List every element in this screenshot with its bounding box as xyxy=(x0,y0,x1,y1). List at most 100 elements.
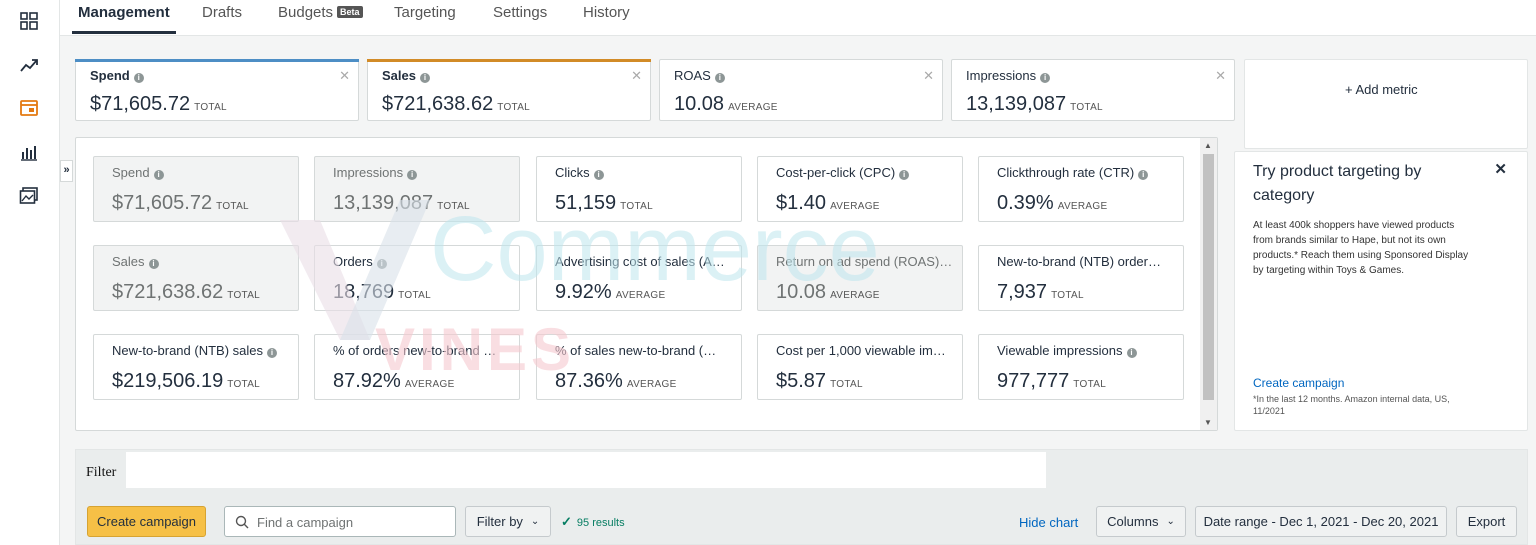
metric-tile-spend[interactable]: Spend i ✕ $71,605.72 TOTAL xyxy=(75,59,359,121)
columns-dropdown[interactable]: Columns ⌄ xyxy=(1096,506,1186,537)
media-icon[interactable] xyxy=(18,185,40,207)
metric-card[interactable]: Spend i $71,605.72 TOTAL xyxy=(93,156,299,222)
trend-icon[interactable] xyxy=(18,54,40,76)
metric-card[interactable]: Advertising cost of sales (A… 9.92% AVERAG… xyxy=(536,245,742,311)
info-icon[interactable]: i xyxy=(267,348,277,358)
active-tab-indicator xyxy=(72,31,176,34)
metric-value-text: $721,638.62 xyxy=(112,281,224,303)
info-icon[interactable]: i xyxy=(1040,73,1051,83)
info-icon[interactable]: i xyxy=(133,73,144,83)
metric-agg-label: TOTAL xyxy=(227,290,261,301)
metric-card-label-text: Orders xyxy=(333,254,373,269)
info-icon[interactable]: i xyxy=(419,73,430,83)
add-metric-label: + Add metric xyxy=(1345,82,1418,97)
filter-by-dropdown[interactable]: Filter by ⌄ xyxy=(465,506,551,537)
metric-card[interactable]: New-to-brand (NTB) order… 7,937 TOTAL xyxy=(978,245,1184,311)
close-icon[interactable]: ✕ xyxy=(1215,68,1226,84)
metric-tile-label: Impressions i xyxy=(966,68,1051,83)
metric-card[interactable]: Return on ad spend (ROAS)… 10.08 AVERAGE xyxy=(757,245,963,311)
scrollbar-thumb[interactable] xyxy=(1203,154,1214,400)
metric-card[interactable]: Viewable impressions i 977,777 TOTAL xyxy=(978,334,1184,400)
metric-card-label-text: Cost per 1,000 viewable im… xyxy=(776,343,946,358)
metric-tile-value: 13,139,087 TOTAL xyxy=(966,93,1103,116)
metric-color-bar xyxy=(75,59,359,62)
metric-card[interactable]: Clicks i 51,159 TOTAL xyxy=(536,156,742,222)
metric-picker-panel: Spend i $71,605.72 TOTAL Impressions i 13,139,… xyxy=(75,137,1218,431)
info-icon[interactable]: i xyxy=(1126,348,1137,358)
metric-card[interactable]: % of orders new-to-brand … 87.92% AVERAGE xyxy=(314,334,520,400)
metric-card[interactable]: Sales i $721,638.62 TOTAL xyxy=(93,245,299,311)
metric-card[interactable]: Orders i 18,769 TOTAL xyxy=(314,245,520,311)
metric-value-text: 51,159 xyxy=(555,192,617,214)
tab-targeting[interactable]: Targeting xyxy=(394,4,456,21)
add-metric-button[interactable]: + Add metric xyxy=(1244,59,1528,149)
metric-value-text: 87.92% xyxy=(333,370,401,392)
filter-input[interactable] xyxy=(126,452,1046,488)
panel-scrollbar[interactable]: ▲ ▼ xyxy=(1200,138,1217,430)
metric-value-text: $5.87 xyxy=(776,370,827,392)
close-icon[interactable]: ✕ xyxy=(339,68,350,84)
create-campaign-button[interactable]: Create campaign xyxy=(87,506,206,537)
metric-card[interactable]: % of sales new-to-brand (… 87.36% AVERAGE xyxy=(536,334,742,400)
hide-chart-link[interactable]: Hide chart xyxy=(1019,515,1078,530)
metric-card-label: Clickthrough rate (CTR) i xyxy=(997,165,1149,180)
info-icon[interactable]: i xyxy=(148,259,159,269)
scroll-down-icon[interactable]: ▼ xyxy=(1204,418,1212,427)
search-input[interactable] xyxy=(257,513,447,531)
metric-card-value: $5.87 TOTAL xyxy=(776,370,863,393)
metric-card-value: $721,638.62 TOTAL xyxy=(112,281,260,304)
tab-history[interactable]: History xyxy=(583,4,630,21)
tab-drafts[interactable]: Drafts xyxy=(202,4,242,21)
metric-card-label-text: Impressions xyxy=(333,165,404,180)
info-icon[interactable]: i xyxy=(593,170,604,180)
close-icon[interactable]: ✕ xyxy=(631,68,642,84)
metric-value-text: 13,139,087 xyxy=(966,93,1067,115)
metric-agg-label: AVERAGE xyxy=(1057,201,1108,212)
metric-tile-sales[interactable]: Sales i ✕ $721,638.62 TOTAL xyxy=(367,59,651,121)
metric-tile-label-text: Spend xyxy=(90,68,130,83)
metric-agg-label: AVERAGE xyxy=(830,201,880,212)
metric-card[interactable]: New-to-brand (NTB) sales i $219,506.19 TOTA… xyxy=(93,334,299,400)
metric-card[interactable]: Impressions i 13,139,087 TOTAL xyxy=(314,156,520,222)
dashboard-icon[interactable] xyxy=(18,10,40,32)
scroll-up-icon[interactable]: ▲ xyxy=(1204,141,1212,150)
reports-icon[interactable] xyxy=(18,141,40,163)
close-icon[interactable]: ✕ xyxy=(1494,160,1507,178)
chevron-down-icon: ⌄ xyxy=(1166,516,1175,527)
info-icon[interactable]: i xyxy=(714,73,725,83)
metric-card-label-text: Advertising cost of sales (A… xyxy=(555,254,725,269)
info-icon[interactable]: i xyxy=(899,170,910,180)
info-icon[interactable]: i xyxy=(407,170,418,180)
metric-agg-label: TOTAL xyxy=(227,379,261,390)
metric-tile-impressions[interactable]: Impressions i ✕ 13,139,087 TOTAL xyxy=(951,59,1235,121)
metric-agg-label: TOTAL xyxy=(1051,290,1084,301)
tab-bar: Management Drafts Budgets Beta Targeting … xyxy=(60,0,1536,36)
tab-budgets[interactable]: Budgets Beta xyxy=(278,4,363,21)
metric-card-label-text: % of sales new-to-brand (… xyxy=(555,343,717,358)
close-icon[interactable]: ✕ xyxy=(923,68,934,84)
metric-tile-value: 10.08 AVERAGE xyxy=(674,93,778,116)
promo-create-campaign-link[interactable]: Create campaign xyxy=(1253,376,1344,390)
chevron-down-icon: ⌄ xyxy=(530,516,540,527)
metric-card[interactable]: Cost per 1,000 viewable im… $5.87 TOTAL xyxy=(757,334,963,400)
metric-agg-label: AVERAGE xyxy=(404,379,455,390)
check-icon: ✓ xyxy=(561,514,572,529)
metric-card-label: Advertising cost of sales (A… xyxy=(555,254,725,269)
export-button[interactable]: Export xyxy=(1456,506,1517,537)
metric-card-label: Impressions i xyxy=(333,165,418,180)
tab-management[interactable]: Management xyxy=(78,4,170,21)
metric-card-label: Clicks i xyxy=(555,165,604,180)
metric-card[interactable]: Cost-per-click (CPC) i $1.40 AVERAGE xyxy=(757,156,963,222)
metric-card-label-text: Clicks xyxy=(555,165,590,180)
campaign-icon[interactable] xyxy=(18,97,40,119)
info-icon[interactable]: i xyxy=(1138,170,1149,180)
tab-settings[interactable]: Settings xyxy=(493,4,547,21)
metric-card[interactable]: Clickthrough rate (CTR) i 0.39% AVERAGE xyxy=(978,156,1184,222)
collapse-chevron-icon[interactable]: » xyxy=(60,160,73,182)
date-range-button[interactable]: Date range - Dec 1, 2021 - Dec 20, 2021 xyxy=(1195,506,1447,537)
info-icon[interactable]: i xyxy=(376,259,387,269)
metric-tile-roas[interactable]: ROAS i ✕ 10.08 AVERAGE xyxy=(659,59,943,121)
info-icon[interactable]: i xyxy=(153,170,164,180)
filter-label: Filter xyxy=(86,465,117,480)
metric-color-bar xyxy=(367,59,651,62)
